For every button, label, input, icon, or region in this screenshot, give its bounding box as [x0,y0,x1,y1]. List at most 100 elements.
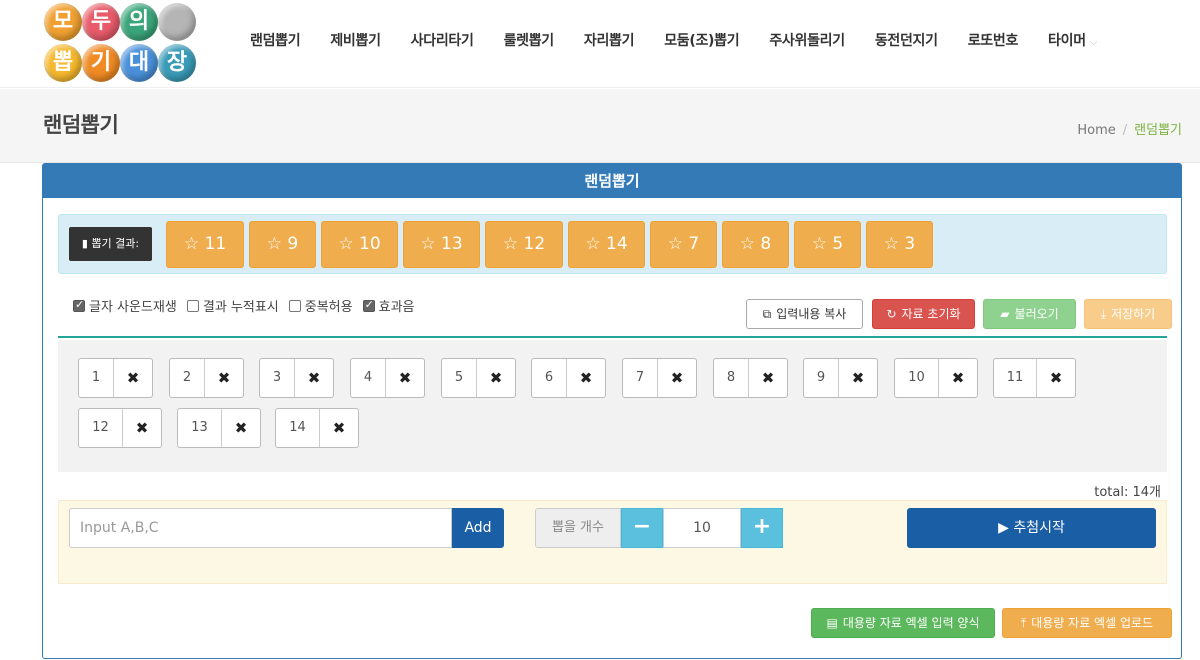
load-button[interactable]: ▰ 불러오기 [983,299,1076,329]
star-icon: ☆ [883,234,905,254]
nav-dice[interactable]: 주사위돌리기 [754,30,859,50]
count-input[interactable]: 10 [663,508,741,548]
excel-form-button[interactable]: ▤ 대용량 자료 엑셀 입력 양식 [811,608,995,638]
nav-timer-label: 타이머 [1048,33,1086,49]
remove-item-button[interactable]: ✖ [320,409,358,447]
breadcrumb-separator: / [1122,123,1128,138]
breadcrumb: Home / 랜덤뽑기 [1077,119,1182,138]
star-icon: ☆ [183,234,205,254]
nav-lotto[interactable]: 로또번호 [953,30,1033,50]
checkbox[interactable] [186,299,199,312]
items-area: 1 ✖ 2 ✖ 3 ✖ 4 ✖ 5 ✖ 6 ✖ 7 ✖ 8 ✖ 9 ✖ 10 ✖ 11 ✖ 12 ✖ 1… [58,340,1167,472]
option-accumulate[interactable]: 결과 누적표시 [186,296,279,315]
excel-form-label: 대용량 자료 엑셀 입력 양식 [842,616,980,630]
remove-item-button[interactable]: ✖ [222,409,260,447]
remove-item-button[interactable]: ✖ [1037,359,1075,397]
result-chip: ☆ 11 [166,221,244,268]
result-value: 14 [606,234,628,254]
nav-roulette[interactable]: 룰렛뽑기 [489,30,569,50]
nav-timer[interactable]: 타이머 ⌵ [1033,30,1112,50]
remove-item-button[interactable]: ✖ [386,359,424,397]
nav-coin[interactable]: 동전던지기 [860,30,953,50]
excel-upload-button[interactable]: ⤒ 대용량 자료 엑셀 업로드 [1002,608,1172,638]
remove-item-button[interactable]: ✖ [658,359,696,397]
start-draw-button[interactable]: ▶ 추첨시작 [907,508,1156,548]
item-value: 9 [804,359,839,397]
folder-icon: ▰ [1000,307,1010,321]
nav-ladder[interactable]: 사다리타기 [396,30,489,50]
nav-lottery[interactable]: 제비뽑기 [315,30,395,50]
logo-ball [158,3,196,41]
save-button[interactable]: ⤓ 저장하기 [1084,299,1172,329]
remove-item-button[interactable]: ✖ [205,359,243,397]
result-label-text: 뽑기 결과: [91,237,140,250]
list-item: 14 ✖ [275,408,359,448]
nav-group[interactable]: 모둠(조)뽑기 [649,30,754,50]
remove-item-button[interactable]: ✖ [114,359,152,397]
item-input[interactable]: Input A,B,C [69,508,452,548]
add-button[interactable]: Add [452,508,504,548]
option-label: 글자 사운드재생 [89,300,177,315]
result-value: 13 [441,234,463,254]
copy-label: 입력내용 복사 [776,307,847,321]
list-item: 5 ✖ [441,358,516,398]
remove-item-button[interactable]: ✖ [839,359,877,397]
reset-data-button[interactable]: ↻ 자료 초기화 [872,299,975,329]
checkbox[interactable] [288,299,301,312]
start-label: 추첨시작 [1013,520,1065,536]
list-item: 10 ✖ [894,358,978,398]
item-value: 10 [895,359,939,397]
logo[interactable]: 모 두 의 뽑 기 대 장 [40,0,200,84]
page-title: 랜덤뽑기 [43,113,119,137]
breadcrumb-home[interactable]: Home [1077,123,1115,138]
result-value: 10 [359,234,381,254]
result-chip: ☆ 8 [722,221,789,268]
result-value: 11 [204,234,227,254]
remove-item-button[interactable]: ✖ [939,359,977,397]
random-draw-panel: 랜덤뽑기 ▮ 뽑기 결과: ☆ 11 ☆ 9 ☆ 10 ☆ 13 ☆ 12 ☆ … [42,163,1182,659]
item-value: 2 [170,359,205,397]
list-item: 11 ✖ [993,358,1076,398]
remove-item-button[interactable]: ✖ [295,359,333,397]
result-chip: ☆ 5 [794,221,861,268]
remove-item-button[interactable]: ✖ [123,409,161,447]
download-icon: ⤓ [1100,307,1107,321]
nav-seat[interactable]: 자리뽑기 [569,30,649,50]
site-header: 모 두 의 뽑 기 대 장 랜덤뽑기 제비뽑기 사다리타기 룰렛뽑기 자리뽑기 … [0,0,1200,88]
remove-item-button[interactable]: ✖ [477,359,515,397]
logo-ball: 두 [82,3,120,41]
item-value: 11 [994,359,1037,397]
nav-random[interactable]: 랜덤뽑기 [235,30,315,50]
logo-ball: 장 [158,44,196,82]
item-value: 6 [532,359,567,397]
list-item: 6 ✖ [531,358,606,398]
result-value: 5 [832,234,844,254]
increment-button[interactable]: + [741,508,783,548]
option-duplicate[interactable]: 중복허용 [288,296,353,315]
decrement-button[interactable]: − [621,508,663,548]
checkbox[interactable] [73,298,85,312]
divider [58,336,1167,338]
option-sound[interactable]: 글자 사운드재생 [73,296,177,315]
item-value: 1 [79,359,114,397]
total-count: total: 14개 [1094,485,1161,500]
upload-icon: ⤒ [1020,616,1027,630]
panel-title: 랜덤뽑기 [43,164,1181,198]
star-icon: ☆ [502,234,524,254]
list-item: 4 ✖ [350,358,425,398]
result-chip: ☆ 3 [866,221,933,268]
item-value: 13 [178,409,222,447]
checkbox[interactable] [362,298,375,312]
item-value: 4 [351,359,386,397]
result-chip: ☆ 14 [568,221,645,268]
result-value: 12 [523,234,546,254]
option-effect-sound[interactable]: 효과음 [362,296,415,315]
result-chip: ☆ 12 [485,221,563,268]
logo-ball: 뽑 [44,44,82,82]
copy-input-button[interactable]: ⧉ 입력내용 복사 [746,299,863,329]
file-icon: ▤ [826,616,838,630]
result-chip: ☆ 7 [650,221,717,268]
save-label: 저장하기 [1111,307,1156,321]
remove-item-button[interactable]: ✖ [749,359,787,397]
remove-item-button[interactable]: ✖ [567,359,605,397]
